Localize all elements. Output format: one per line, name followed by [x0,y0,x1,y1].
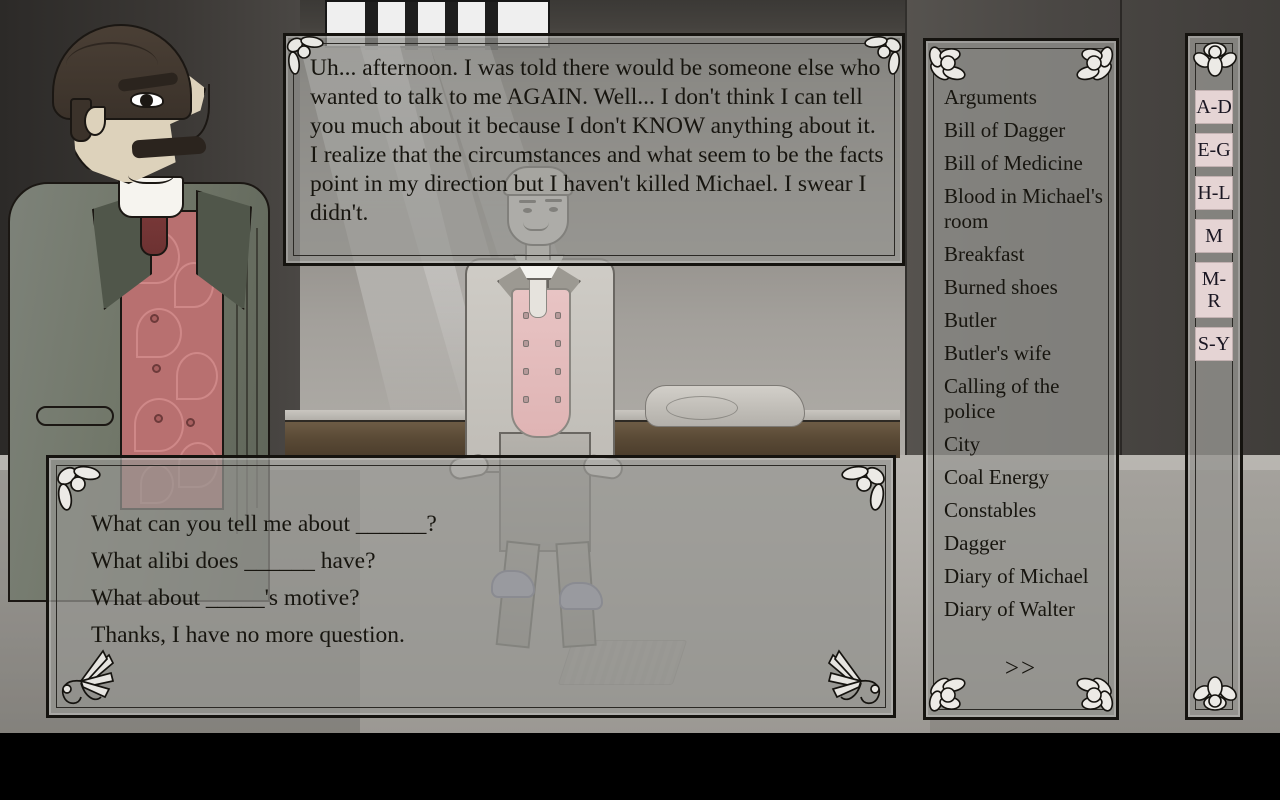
topic-item[interactable]: Arguments [944,85,1110,110]
alphabet-tab-a-d[interactable]: A-D [1195,90,1233,124]
topic-item[interactable]: Burned shoes [944,275,1110,300]
question-option[interactable]: What about _____'s motive? [91,580,869,617]
question-option[interactable]: Thanks, I have no more question. [91,617,869,654]
topic-item[interactable]: Calling of the police [944,374,1110,424]
alphabet-tab-list: A-D E-G H-L M M-R S-Y [1195,90,1233,663]
flower-ornament-icon [926,41,976,91]
topic-item[interactable]: Diary of Walter [944,597,1110,622]
topics-list-panel: Arguments Bill of Dagger Bill of Medicin… [923,38,1119,720]
alphabet-tab-s-y[interactable]: S-Y [1195,327,1233,361]
question-options-box: What can you tell me about ______? What … [46,455,896,718]
dialogue-text: Uh... afternoon. I was told there would … [310,55,884,226]
topic-item[interactable]: Diary of Michael [944,564,1110,589]
question-list: What can you tell me about ______? What … [91,506,869,654]
alphabet-index-panel: A-D E-G H-L M M-R S-Y [1185,33,1243,720]
flower-ornament-icon [1066,41,1116,91]
topics-next-page-button[interactable]: >> [926,655,1116,683]
dialogue-box[interactable]: Uh... afternoon. I was told there would … [283,33,905,266]
flower-ornament-icon [1190,36,1240,78]
topic-item[interactable]: Blood in Michael's room [944,184,1110,234]
flower-ornament-icon [1190,675,1240,717]
topic-item[interactable]: Constables [944,498,1110,523]
topic-item[interactable]: Breakfast [944,242,1110,267]
topic-item[interactable]: Coal Energy [944,465,1110,490]
question-option[interactable]: What alibi does ______ have? [91,543,869,580]
alphabet-tab-e-g[interactable]: E-G [1195,133,1233,167]
alphabet-tab-m[interactable]: M [1195,219,1233,253]
topic-item[interactable]: Dagger [944,531,1110,556]
flower-ornament-icon [51,647,121,713]
alphabet-tab-m-r[interactable]: M-R [1195,262,1233,318]
flower-ornament-icon [821,647,891,713]
topic-item[interactable]: Butler's wife [944,341,1110,366]
bottom-toolbar: map [0,733,1280,800]
question-option[interactable]: What can you tell me about ______? [91,506,869,543]
alphabet-tab-h-l[interactable]: H-L [1195,176,1233,210]
topic-item[interactable]: Bill of Dagger [944,118,1110,143]
topic-list: Arguments Bill of Dagger Bill of Medicin… [944,85,1110,630]
topic-item[interactable]: Butler [944,308,1110,333]
topic-item[interactable]: City [944,432,1110,457]
game-screen: Uh... afternoon. I was told there would … [0,0,1280,800]
topic-item[interactable]: Bill of Medicine [944,151,1110,176]
